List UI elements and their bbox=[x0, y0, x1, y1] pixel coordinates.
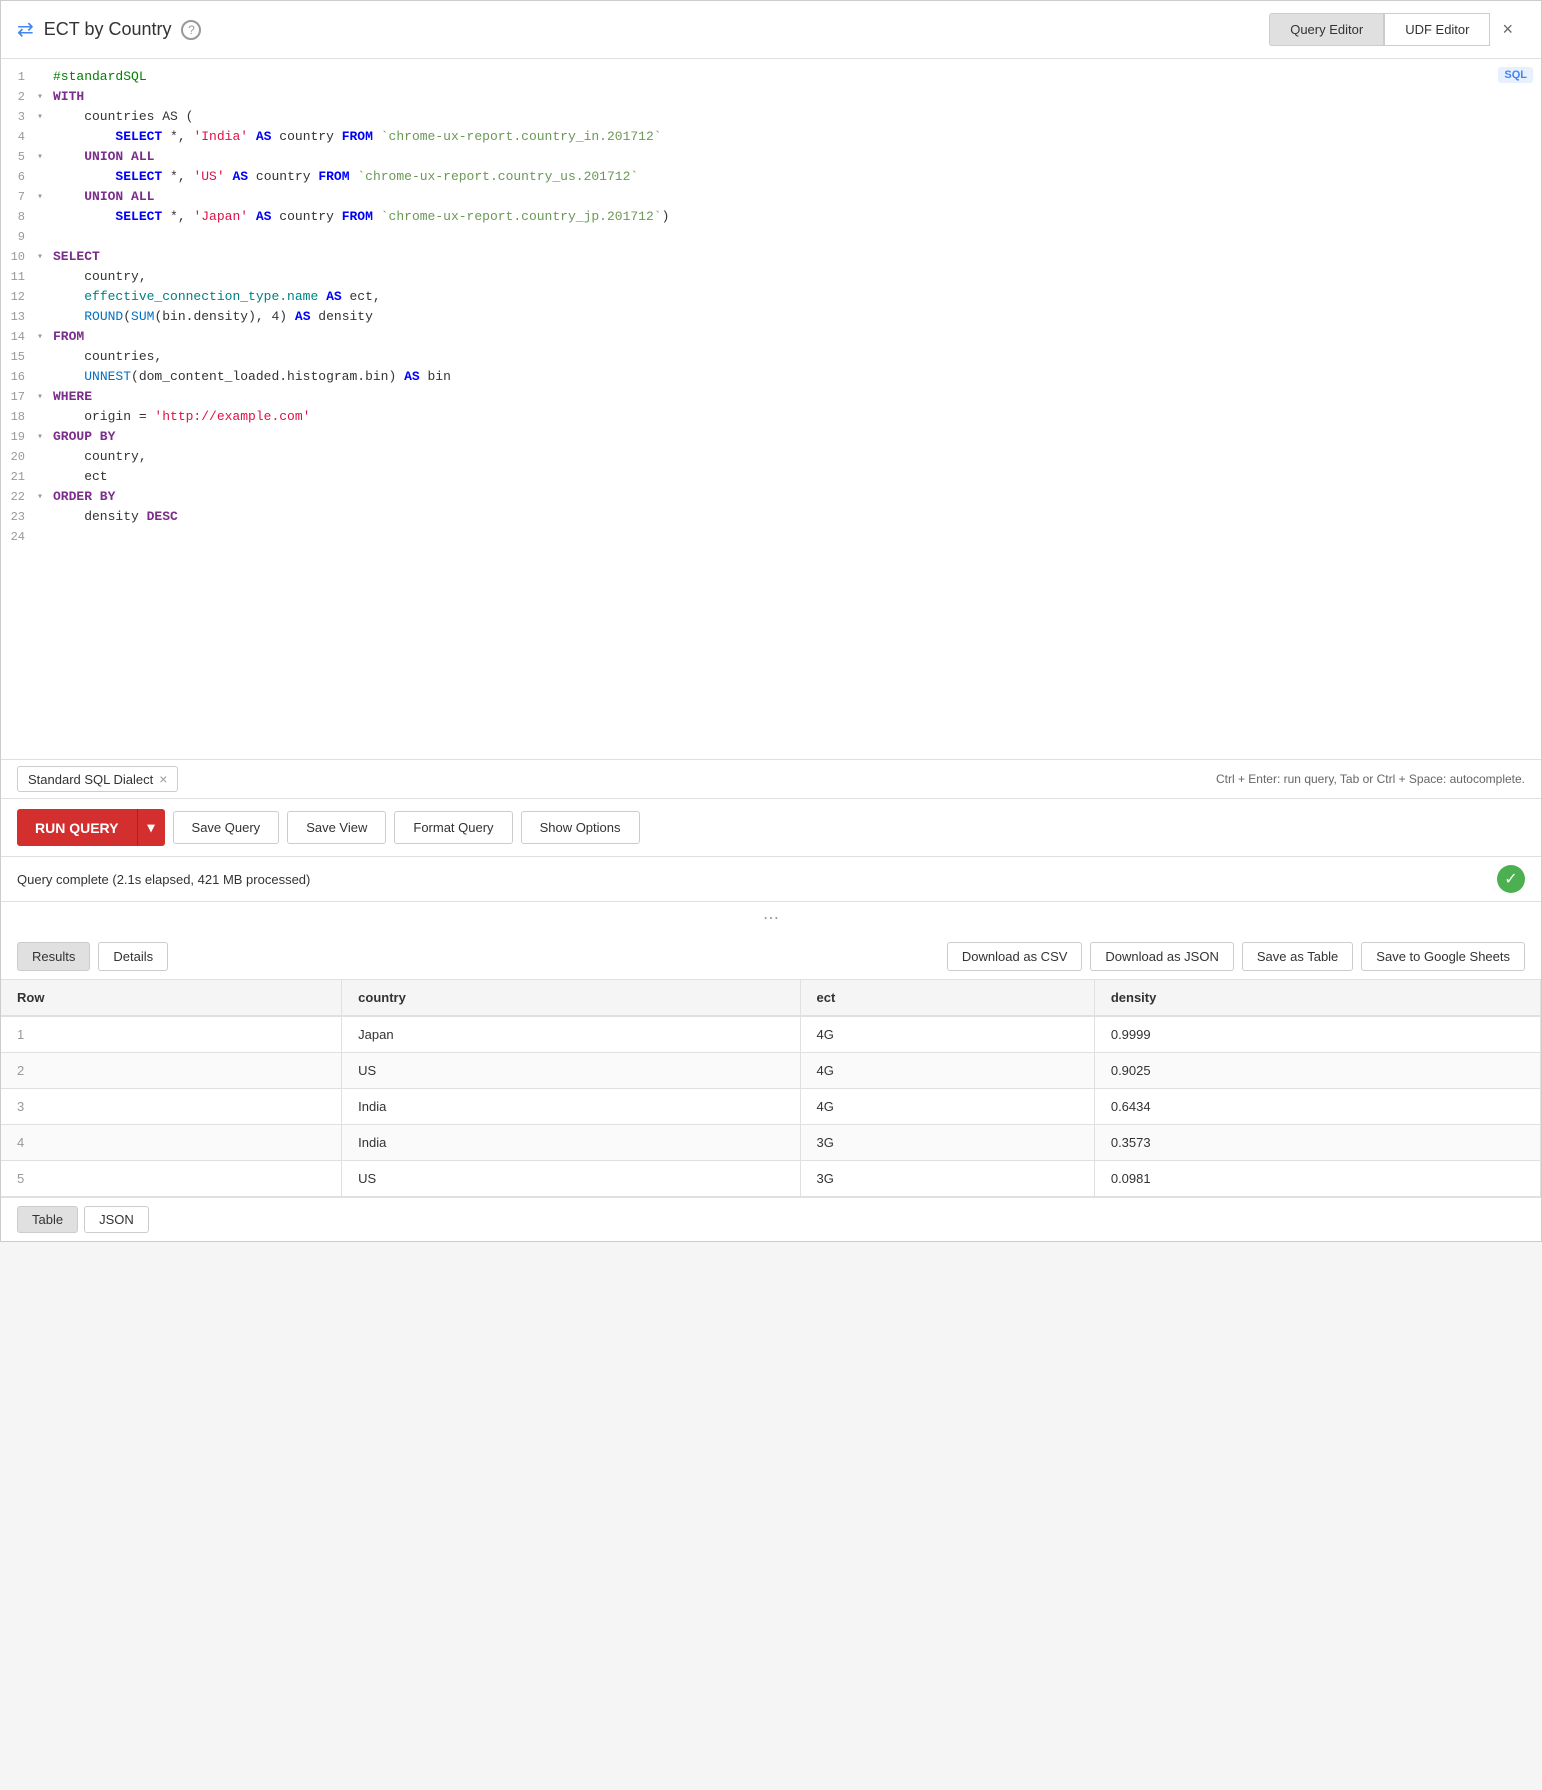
table-row: 3India4G0.6434 bbox=[1, 1089, 1541, 1125]
editor-hint: Ctrl + Enter: run query, Tab or Ctrl + S… bbox=[1216, 772, 1525, 786]
code-line: 20 country, bbox=[1, 447, 1541, 467]
footer-tab-table[interactable]: Table bbox=[17, 1206, 78, 1233]
tab-details[interactable]: Details bbox=[98, 942, 168, 971]
table-row: 1Japan4G0.9999 bbox=[1, 1016, 1541, 1053]
results-header: Results Details Download as CSV Download… bbox=[1, 934, 1541, 980]
table-row: 4India3G0.3573 bbox=[1, 1125, 1541, 1161]
code-line: 14 ▾ FROM bbox=[1, 327, 1541, 347]
save-query-button[interactable]: Save Query bbox=[173, 811, 280, 844]
tab-query-editor[interactable]: Query Editor bbox=[1269, 13, 1384, 46]
results-area: Results Details Download as CSV Download… bbox=[1, 934, 1541, 1241]
header-left: ⇄ ECT by Country ? bbox=[17, 17, 201, 42]
dialect-close-button[interactable]: × bbox=[159, 771, 167, 787]
download-csv-button[interactable]: Download as CSV bbox=[947, 942, 1083, 971]
code-line: 21 ect bbox=[1, 467, 1541, 487]
code-line: 2 ▾ WITH bbox=[1, 87, 1541, 107]
code-line: 9 bbox=[1, 227, 1541, 247]
run-query-button[interactable]: RUN QUERY ▾ bbox=[17, 809, 165, 846]
code-line: 19 ▾ GROUP BY bbox=[1, 427, 1541, 447]
format-query-button[interactable]: Format Query bbox=[394, 811, 512, 844]
table-cell: 0.9025 bbox=[1094, 1053, 1540, 1089]
footer-tab-json[interactable]: JSON bbox=[84, 1206, 149, 1233]
dialect-label: Standard SQL Dialect bbox=[28, 772, 153, 787]
code-line: 12 effective_connection_type.name AS ect… bbox=[1, 287, 1541, 307]
table-cell: 0.9999 bbox=[1094, 1016, 1540, 1053]
table-cell: Japan bbox=[342, 1016, 800, 1053]
editor-footer: Standard SQL Dialect × Ctrl + Enter: run… bbox=[1, 759, 1541, 798]
code-line: 15 countries, bbox=[1, 347, 1541, 367]
editor-area: SQL 1 #standardSQL 2 ▾ WITH 3 ▾ countrie… bbox=[1, 59, 1541, 799]
save-view-button[interactable]: Save View bbox=[287, 811, 386, 844]
action-bar: RUN QUERY ▾ Save Query Save View Format … bbox=[1, 799, 1541, 857]
table-cell: 4G bbox=[800, 1089, 1094, 1125]
code-line: 3 ▾ countries AS ( bbox=[1, 107, 1541, 127]
code-line: 24 bbox=[1, 527, 1541, 547]
drag-handle[interactable]: ⋯ bbox=[1, 902, 1541, 934]
table-cell: 5 bbox=[1, 1161, 342, 1197]
help-icon[interactable]: ? bbox=[181, 20, 201, 40]
code-line: 23 density DESC bbox=[1, 507, 1541, 527]
table-cell: 4G bbox=[800, 1053, 1094, 1089]
code-line: 4 SELECT *, 'India' AS country FROM `chr… bbox=[1, 127, 1541, 147]
code-editor[interactable]: 1 #standardSQL 2 ▾ WITH 3 ▾ countries AS… bbox=[1, 59, 1541, 759]
close-button[interactable]: × bbox=[1490, 11, 1525, 48]
save-to-sheets-button[interactable]: Save to Google Sheets bbox=[1361, 942, 1525, 971]
dialect-tag: Standard SQL Dialect × bbox=[17, 766, 178, 792]
sql-badge: SQL bbox=[1498, 67, 1533, 83]
code-line: 7 ▾ UNION ALL bbox=[1, 187, 1541, 207]
col-header-row: Row bbox=[1, 980, 342, 1016]
table-cell: 4 bbox=[1, 1125, 342, 1161]
table-row: 2US4G0.9025 bbox=[1, 1053, 1541, 1089]
tab-results[interactable]: Results bbox=[17, 942, 90, 971]
code-line: 6 SELECT *, 'US' AS country FROM `chrome… bbox=[1, 167, 1541, 187]
code-line: 22 ▾ ORDER BY bbox=[1, 487, 1541, 507]
run-query-dropdown-arrow[interactable]: ▾ bbox=[137, 809, 165, 846]
table-cell: US bbox=[342, 1053, 800, 1089]
code-line: 11 country, bbox=[1, 267, 1541, 287]
tab-udf-editor[interactable]: UDF Editor bbox=[1384, 13, 1490, 46]
status-bar: Query complete (2.1s elapsed, 421 MB pro… bbox=[1, 857, 1541, 902]
table-cell: India bbox=[342, 1125, 800, 1161]
col-header-ect: ect bbox=[800, 980, 1094, 1016]
table-row: 5US3G0.0981 bbox=[1, 1161, 1541, 1197]
code-line: 10 ▾ SELECT bbox=[1, 247, 1541, 267]
code-line: 18 origin = 'http://example.com' bbox=[1, 407, 1541, 427]
code-line: 1 #standardSQL bbox=[1, 67, 1541, 87]
header-right: Query Editor UDF Editor × bbox=[1269, 11, 1525, 48]
link-icon: ⇄ bbox=[17, 17, 34, 42]
main-window: ⇄ ECT by Country ? Query Editor UDF Edit… bbox=[0, 0, 1542, 1242]
col-header-country: country bbox=[342, 980, 800, 1016]
code-line: 8 SELECT *, 'Japan' AS country FROM `chr… bbox=[1, 207, 1541, 227]
table-cell: 0.6434 bbox=[1094, 1089, 1540, 1125]
show-options-button[interactable]: Show Options bbox=[521, 811, 640, 844]
table-cell: India bbox=[342, 1089, 800, 1125]
page-title: ECT by Country bbox=[44, 19, 172, 40]
col-header-density: density bbox=[1094, 980, 1540, 1016]
table-cell: 3G bbox=[800, 1125, 1094, 1161]
results-table-container: Row country ect density 1Japan4G0.99992U… bbox=[1, 980, 1541, 1197]
download-json-button[interactable]: Download as JSON bbox=[1090, 942, 1233, 971]
table-cell: 2 bbox=[1, 1053, 342, 1089]
results-table: Row country ect density 1Japan4G0.99992U… bbox=[1, 980, 1541, 1197]
header: ⇄ ECT by Country ? Query Editor UDF Edit… bbox=[1, 1, 1541, 59]
table-cell: 1 bbox=[1, 1016, 342, 1053]
table-cell: 3 bbox=[1, 1089, 342, 1125]
results-action-buttons: Download as CSV Download as JSON Save as… bbox=[947, 942, 1525, 971]
table-footer: Table JSON bbox=[1, 1197, 1541, 1241]
table-cell: 3G bbox=[800, 1161, 1094, 1197]
table-header-row: Row country ect density bbox=[1, 980, 1541, 1016]
table-cell: 0.3573 bbox=[1094, 1125, 1540, 1161]
status-message: Query complete (2.1s elapsed, 421 MB pro… bbox=[17, 872, 310, 887]
code-line: 13 ROUND(SUM(bin.density), 4) AS density bbox=[1, 307, 1541, 327]
help-label: ? bbox=[188, 23, 195, 37]
success-icon: ✓ bbox=[1497, 865, 1525, 893]
code-line: 5 ▾ UNION ALL bbox=[1, 147, 1541, 167]
code-line: 16 UNNEST(dom_content_loaded.histogram.b… bbox=[1, 367, 1541, 387]
table-cell: 4G bbox=[800, 1016, 1094, 1053]
code-line: 17 ▾ WHERE bbox=[1, 387, 1541, 407]
table-cell: US bbox=[342, 1161, 800, 1197]
run-query-label: RUN QUERY bbox=[17, 810, 137, 846]
save-as-table-button[interactable]: Save as Table bbox=[1242, 942, 1353, 971]
table-cell: 0.0981 bbox=[1094, 1161, 1540, 1197]
